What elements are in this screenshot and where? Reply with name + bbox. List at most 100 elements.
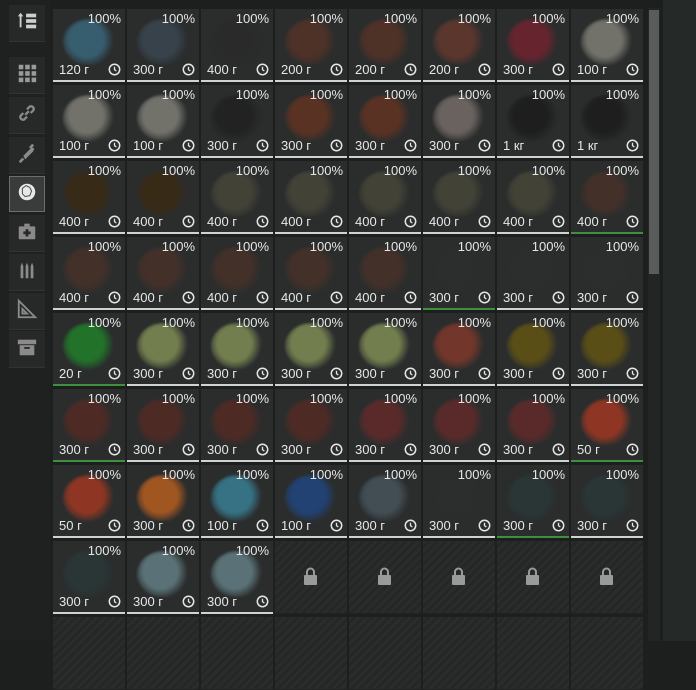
inventory-item-slot[interactable]: 100% 300 г — [423, 389, 495, 462]
inventory-item-slot[interactable]: 100% 300 г — [53, 541, 125, 614]
inventory-item-slot[interactable]: 100% 300 г — [275, 313, 347, 386]
inventory-item-slot[interactable]: 100% 300 г — [349, 313, 421, 386]
inventory-item-slot[interactable]: 100% 300 г — [423, 313, 495, 386]
inventory-item-slot[interactable]: 100% 300 г — [497, 313, 569, 386]
item-weight: 200 г — [355, 62, 386, 77]
inventory-item-slot[interactable]: 100% 300 г — [201, 389, 273, 462]
inventory-item-slot[interactable]: 100% 300 г — [275, 85, 347, 158]
item-weight: 300 г — [355, 138, 386, 153]
inventory-item-slot[interactable]: 100% 100 г — [201, 465, 273, 538]
inventory-item-slot[interactable]: 100% 400 г — [201, 9, 273, 82]
inventory-item-slot[interactable]: 100% 400 г — [275, 237, 347, 310]
item-weight: 200 г — [429, 62, 460, 77]
inventory-item-slot[interactable]: 100% 300 г — [127, 389, 199, 462]
inventory-item-slot[interactable]: 100% 300 г — [423, 85, 495, 158]
inventory-item-slot[interactable]: 100% 400 г — [571, 161, 643, 234]
inventory-item-slot[interactable]: 100% 400 г — [349, 161, 421, 234]
durability-percent: 100% — [161, 239, 195, 254]
inventory-item-slot[interactable]: 100% 300 г — [127, 541, 199, 614]
inventory-item-slot[interactable]: 100% 300 г — [571, 237, 643, 310]
sort-button[interactable] — [9, 5, 45, 42]
inventory-item-slot[interactable]: 100% 300 г — [349, 465, 421, 538]
clock-icon — [108, 139, 121, 152]
durability-percent: 100% — [161, 87, 195, 102]
category-medkits[interactable] — [9, 215, 45, 252]
inventory-item-slot[interactable]: 100% 20 г — [53, 313, 125, 386]
item-weight: 400 г — [577, 214, 608, 229]
category-ammo[interactable] — [9, 254, 45, 291]
inventory-item-slot[interactable]: 100% 400 г — [423, 161, 495, 234]
inventory-item-slot[interactable]: 100% 300 г — [201, 313, 273, 386]
category-artifacts[interactable] — [9, 176, 45, 212]
inventory-item-slot[interactable]: 100% 300 г — [497, 389, 569, 462]
durability-percent: 100% — [383, 11, 417, 26]
inventory-item-slot[interactable]: 100% 400 г — [497, 161, 569, 234]
inventory-item-slot[interactable]: 100% 300 г — [127, 9, 199, 82]
item-weight: 400 г — [207, 290, 238, 305]
item-weight: 120 г — [59, 62, 90, 77]
item-weight: 300 г — [577, 366, 608, 381]
inventory-item-slot[interactable]: 100% 300 г — [127, 313, 199, 386]
clock-icon — [108, 63, 121, 76]
inventory-item-slot[interactable]: 100% 300 г — [53, 389, 125, 462]
inventory-item-slot[interactable]: 100% 400 г — [53, 161, 125, 234]
clock-icon — [108, 519, 121, 532]
inventory-item-slot[interactable]: 100% 50 г — [53, 465, 125, 538]
inventory-item-slot[interactable]: 100% 300 г — [201, 85, 273, 158]
inventory-item-slot[interactable]: 100% 300 г — [497, 9, 569, 82]
category-weapons[interactable] — [9, 137, 45, 174]
inventory-item-slot[interactable]: 100% 200 г — [349, 9, 421, 82]
empty-slot — [349, 617, 421, 690]
inventory-item-slot[interactable]: 100% 300 г — [497, 237, 569, 310]
item-weight: 1 кг — [577, 138, 599, 153]
empty-slot — [201, 617, 273, 690]
inventory-item-slot[interactable]: 100% 300 г — [349, 85, 421, 158]
clock-icon — [256, 519, 269, 532]
category-storage[interactable] — [9, 331, 45, 368]
category-links[interactable] — [9, 97, 45, 134]
item-weight: 300 г — [355, 442, 386, 457]
inventory-item-slot[interactable]: 100% 300 г — [201, 541, 273, 614]
durability-percent: 100% — [605, 391, 639, 406]
inventory-item-slot[interactable]: 100% 300 г — [349, 389, 421, 462]
inventory-item-slot[interactable]: 100% 200 г — [423, 9, 495, 82]
inventory-item-slot[interactable]: 100% 1 кг — [571, 85, 643, 158]
inventory-item-slot[interactable]: 100% 100 г — [571, 9, 643, 82]
inventory-item-slot[interactable]: 100% 100 г — [275, 465, 347, 538]
inventory-item-slot[interactable]: 100% 300 г — [571, 313, 643, 386]
clock-icon — [256, 139, 269, 152]
item-weight: 400 г — [355, 290, 386, 305]
inventory-item-slot[interactable]: 100% 1 кг — [497, 85, 569, 158]
inventory-item-slot[interactable]: 100% 400 г — [275, 161, 347, 234]
item-weight: 300 г — [281, 442, 312, 457]
inventory-item-slot[interactable]: 100% 300 г — [127, 465, 199, 538]
inventory-item-slot[interactable]: 100% 400 г — [127, 237, 199, 310]
inventory-item-slot[interactable]: 100% 400 г — [201, 161, 273, 234]
inventory-item-slot[interactable]: 100% 300 г — [423, 237, 495, 310]
inventory-item-slot[interactable]: 100% 300 г — [423, 465, 495, 538]
inventory-item-slot[interactable]: 100% 400 г — [127, 161, 199, 234]
item-weight: 400 г — [59, 214, 90, 229]
item-weight: 100 г — [207, 518, 238, 533]
category-all[interactable] — [9, 57, 45, 94]
inventory-item-slot[interactable]: 100% 400 г — [53, 237, 125, 310]
clock-icon — [404, 215, 417, 228]
inventory-item-slot[interactable]: 100% 300 г — [275, 389, 347, 462]
inventory-item-slot[interactable]: 100% 400 г — [349, 237, 421, 310]
scrollbar-thumb[interactable] — [649, 10, 659, 274]
clock-icon — [626, 215, 639, 228]
category-tools[interactable] — [9, 293, 45, 330]
durability-percent: 100% — [383, 87, 417, 102]
inventory-item-slot[interactable]: 100% 200 г — [275, 9, 347, 82]
durability-percent: 100% — [161, 391, 195, 406]
item-weight: 300 г — [503, 290, 534, 305]
inventory-item-slot[interactable]: 100% 400 г — [201, 237, 273, 310]
inventory-item-slot[interactable]: 100% 50 г — [571, 389, 643, 462]
inventory-item-slot[interactable]: 100% 100 г — [127, 85, 199, 158]
item-weight: 400 г — [281, 214, 312, 229]
inventory-item-slot[interactable]: 100% 300 г — [571, 465, 643, 538]
inventory-item-slot[interactable]: 100% 300 г — [497, 465, 569, 538]
inventory-item-slot[interactable]: 100% 120 г — [53, 9, 125, 82]
durability-percent: 100% — [457, 239, 491, 254]
inventory-item-slot[interactable]: 100% 100 г — [53, 85, 125, 158]
